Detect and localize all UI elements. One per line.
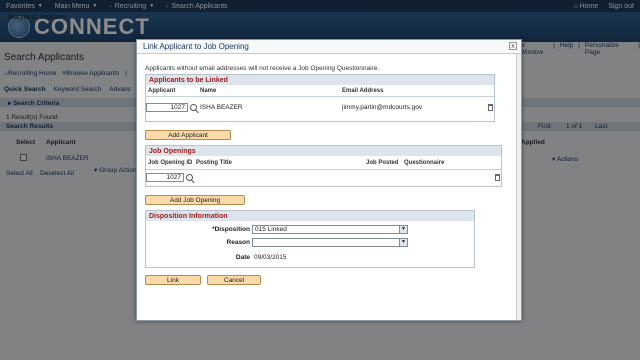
date-label: Date <box>235 254 250 261</box>
date-value: 09/03/2015 <box>254 254 287 261</box>
delete-row-icon[interactable] <box>495 174 500 181</box>
search-icon[interactable] <box>186 174 193 181</box>
dialog-title: Link Applicant to Job Opening <box>137 40 521 54</box>
search-icon[interactable] <box>190 104 197 111</box>
col-job-posted: Job Posted <box>366 159 399 166</box>
table-row: 1027 ISHA BEAZER jimmy.partin@mdcourts.g… <box>146 97 494 121</box>
job-openings-grid-header: Job Openings <box>146 146 501 156</box>
applicant-name: ISHA BEAZER <box>200 104 243 111</box>
disposition-value: 015 Linked <box>255 226 287 233</box>
cancel-button[interactable]: Cancel <box>207 275 261 285</box>
col-applicant: Applicant <box>148 87 176 94</box>
applicant-id-input[interactable]: 1027 <box>146 103 188 112</box>
close-icon[interactable]: x <box>509 42 517 50</box>
add-applicant-button[interactable]: Add Applicant <box>145 130 231 140</box>
reason-select[interactable]: ▼ <box>252 238 408 247</box>
dialog-body: Applicants without email addresses will … <box>143 62 517 316</box>
applicant-email: jimmy.partin@mdcourts.gov <box>342 104 423 111</box>
applicants-grid: Applicants to be Linked Applicant Name E… <box>145 74 495 122</box>
col-questionnaire: Questionnaire <box>404 159 445 166</box>
disposition-select[interactable]: 015 Linked ▼ <box>252 225 408 234</box>
applicants-grid-header: Applicants to be Linked <box>146 75 494 85</box>
col-name: Name <box>200 87 217 94</box>
chevron-down-icon: ▼ <box>399 226 407 233</box>
email-note: Applicants without email addresses will … <box>145 65 380 72</box>
col-posting-title: Posting Title <box>196 159 232 166</box>
table-row: 1027 <box>146 170 501 186</box>
col-job-opening-id: Job Opening ID <box>148 159 193 166</box>
chevron-down-icon: ▼ <box>399 239 407 246</box>
job-opening-id-input[interactable]: 1027 <box>146 173 184 182</box>
disposition-section: Disposition Information *Disposition 015… <box>145 210 475 268</box>
col-email: Email Address <box>342 87 384 94</box>
link-button[interactable]: Link <box>145 275 201 285</box>
add-job-opening-button[interactable]: Add Job Opening <box>145 195 245 205</box>
delete-row-icon[interactable] <box>488 104 493 111</box>
link-applicant-dialog: Link Applicant to Job Opening x Applican… <box>136 39 522 321</box>
reason-label: Reason <box>226 239 250 246</box>
applicants-grid-columns: Applicant Name Email Address <box>146 85 494 97</box>
job-openings-grid-columns: Job Opening ID Posting Title Job Posted … <box>146 156 501 170</box>
disposition-label: *Disposition <box>212 226 250 233</box>
disposition-header: Disposition Information <box>146 211 474 221</box>
job-openings-grid: Job Openings Job Opening ID Posting Titl… <box>145 145 502 187</box>
